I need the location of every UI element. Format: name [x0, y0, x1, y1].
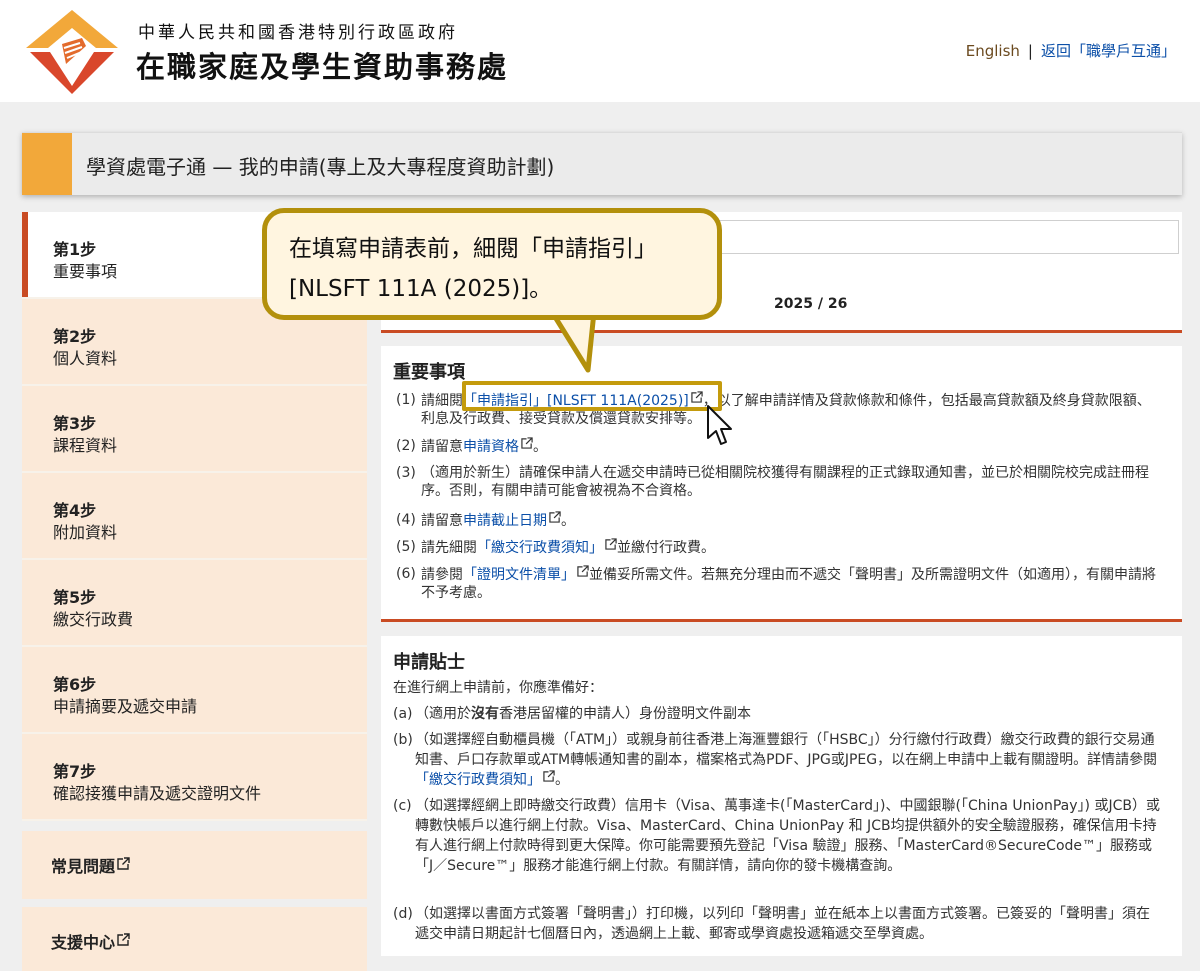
external-link-icon [521, 437, 533, 449]
step-label: 確認接獲申請及遞交證明文件 [53, 784, 262, 803]
external-link-icon [549, 511, 561, 523]
step-label: 重要事項 [53, 262, 118, 281]
list-item: (c) （如選擇經網上即時繳交行政費）信用卡（Visa、萬事達卡(「Master… [393, 798, 1160, 874]
external-link-icon [577, 565, 589, 577]
step-label: 申請摘要及遞交申請 [53, 697, 198, 716]
list-item: (4) 請留意申請截止日期。 [396, 511, 575, 529]
site-header: 中華人民共和國香港特別行政區政府 在職家庭及學生資助事務處 English | 返回… [0, 0, 1200, 102]
title-accent-block [22, 133, 72, 195]
government-name: 中華人民共和國香港特別行政區政府 [138, 23, 458, 43]
list-item: (3) （適用於新生）請確保申請人在遞交申請時已從相關院校獲得有關課程的正式錄取… [396, 465, 1149, 499]
sidebar-step-3[interactable]: 第3步 課程資料 [22, 386, 367, 473]
header-separator: | [1027, 42, 1033, 60]
instruction-callout: 在填寫申請表前，細閱「申請指引」[NLSFT 111A (2025)]。 [262, 208, 722, 320]
page-title-bar: 學資處電子通 — 我的申請(專上及大專程度資助計劃) [22, 132, 1182, 195]
list-item: (a) （適用於沒有香港居留權的申請人）身份證明文件副本 [393, 706, 751, 722]
external-link-icon [117, 933, 130, 946]
callout-text: 在填寫申請表前，細閱「申請指引」[NLSFT 111A (2025)]。 [289, 236, 657, 302]
step-number: 第4步 [53, 501, 97, 520]
external-link-icon [605, 538, 617, 550]
academic-year: 2025 / 26 [774, 296, 848, 312]
logo-icon[interactable] [24, 8, 120, 94]
list-item: (5) 請先細閱「繳交行政費須知」 並繳付行政費。 [396, 538, 715, 556]
step-number: 第7步 [53, 762, 97, 781]
document-checklist-link[interactable]: 「證明文件清單」 [463, 567, 575, 583]
list-item: (d) （如選擇以書面方式簽署「聲明書」）打印機，以列印「聲明書」並在紙本上以書… [393, 906, 1150, 942]
page-title: 學資處電子通 — 我的申請(專上及大專程度資助計劃) [86, 155, 555, 179]
admin-fee-notes-link[interactable]: 「繳交行政費須知」 [415, 772, 541, 788]
tips-intro: 在進行網上申請前，你應準備好： [393, 680, 603, 696]
deadline-link[interactable]: 申請截止日期 [463, 513, 547, 529]
section-title: 申請貼士 [393, 652, 465, 673]
guidance-link-highlight [462, 381, 722, 411]
step-number: 第6步 [53, 675, 97, 694]
mouse-cursor-icon [707, 405, 732, 445]
step-label: 課程資料 [53, 436, 118, 455]
sidebar-step-6[interactable]: 第6步 申請摘要及遞交申請 [22, 647, 367, 734]
step-label: 附加資料 [53, 523, 118, 542]
step-number: 第3步 [53, 414, 97, 433]
application-tips-section: 申請貼士 在進行網上申請前，你應準備好： (a) （適用於沒有香港居留權的申請人… [381, 636, 1182, 956]
external-link-icon [543, 770, 555, 782]
step-sidebar: 第1步 重要事項 第2步 個人資料 第3步 課程資料 第4步 附加資料 第5步 … [22, 212, 367, 971]
faq-link[interactable]: 常見問題 [22, 831, 367, 899]
english-link[interactable]: English [966, 42, 1020, 60]
step-number: 第5步 [53, 588, 97, 607]
external-link-icon [117, 857, 130, 870]
sidebar-step-4[interactable]: 第4步 附加資料 [22, 473, 367, 560]
sidebar-step-7[interactable]: 第7步 確認接獲申請及遞交證明文件 [22, 734, 367, 821]
support-center-label: 支援中心 [51, 933, 116, 952]
faq-label: 常見問題 [51, 857, 116, 876]
list-item: (b) （如選擇經自動櫃員機（「ATM」）或親身前往香港上海滙豐銀行（「HSBC… [393, 732, 1158, 788]
step-label: 繳交行政費 [53, 610, 134, 629]
office-name: 在職家庭及學生資助事務處 [136, 50, 509, 84]
header-links: English | 返回「職學戶互通」 [966, 40, 1176, 61]
section-title: 重要事項 [393, 362, 465, 383]
step-label: 個人資料 [53, 349, 118, 368]
step-number: 第2步 [53, 327, 97, 346]
support-center-link[interactable]: 支援中心 [22, 907, 367, 971]
step-number: 第1步 [53, 240, 97, 259]
back-link[interactable]: 返回「職學戶互通」 [1041, 42, 1176, 60]
sidebar-step-5[interactable]: 第5步 繳交行政費 [22, 560, 367, 647]
admin-fee-notes-link[interactable]: 「繳交行政費須知」 [477, 540, 603, 556]
list-item: (2) 請留意申請資格。 [396, 437, 547, 455]
eligibility-link[interactable]: 申請資格 [463, 439, 519, 455]
list-item: (6) 請參閱「證明文件清單」 並備妥所需文件。若無充分理由而不遞交「聲明書」及所… [396, 565, 1156, 601]
callout-tail [549, 312, 597, 373]
